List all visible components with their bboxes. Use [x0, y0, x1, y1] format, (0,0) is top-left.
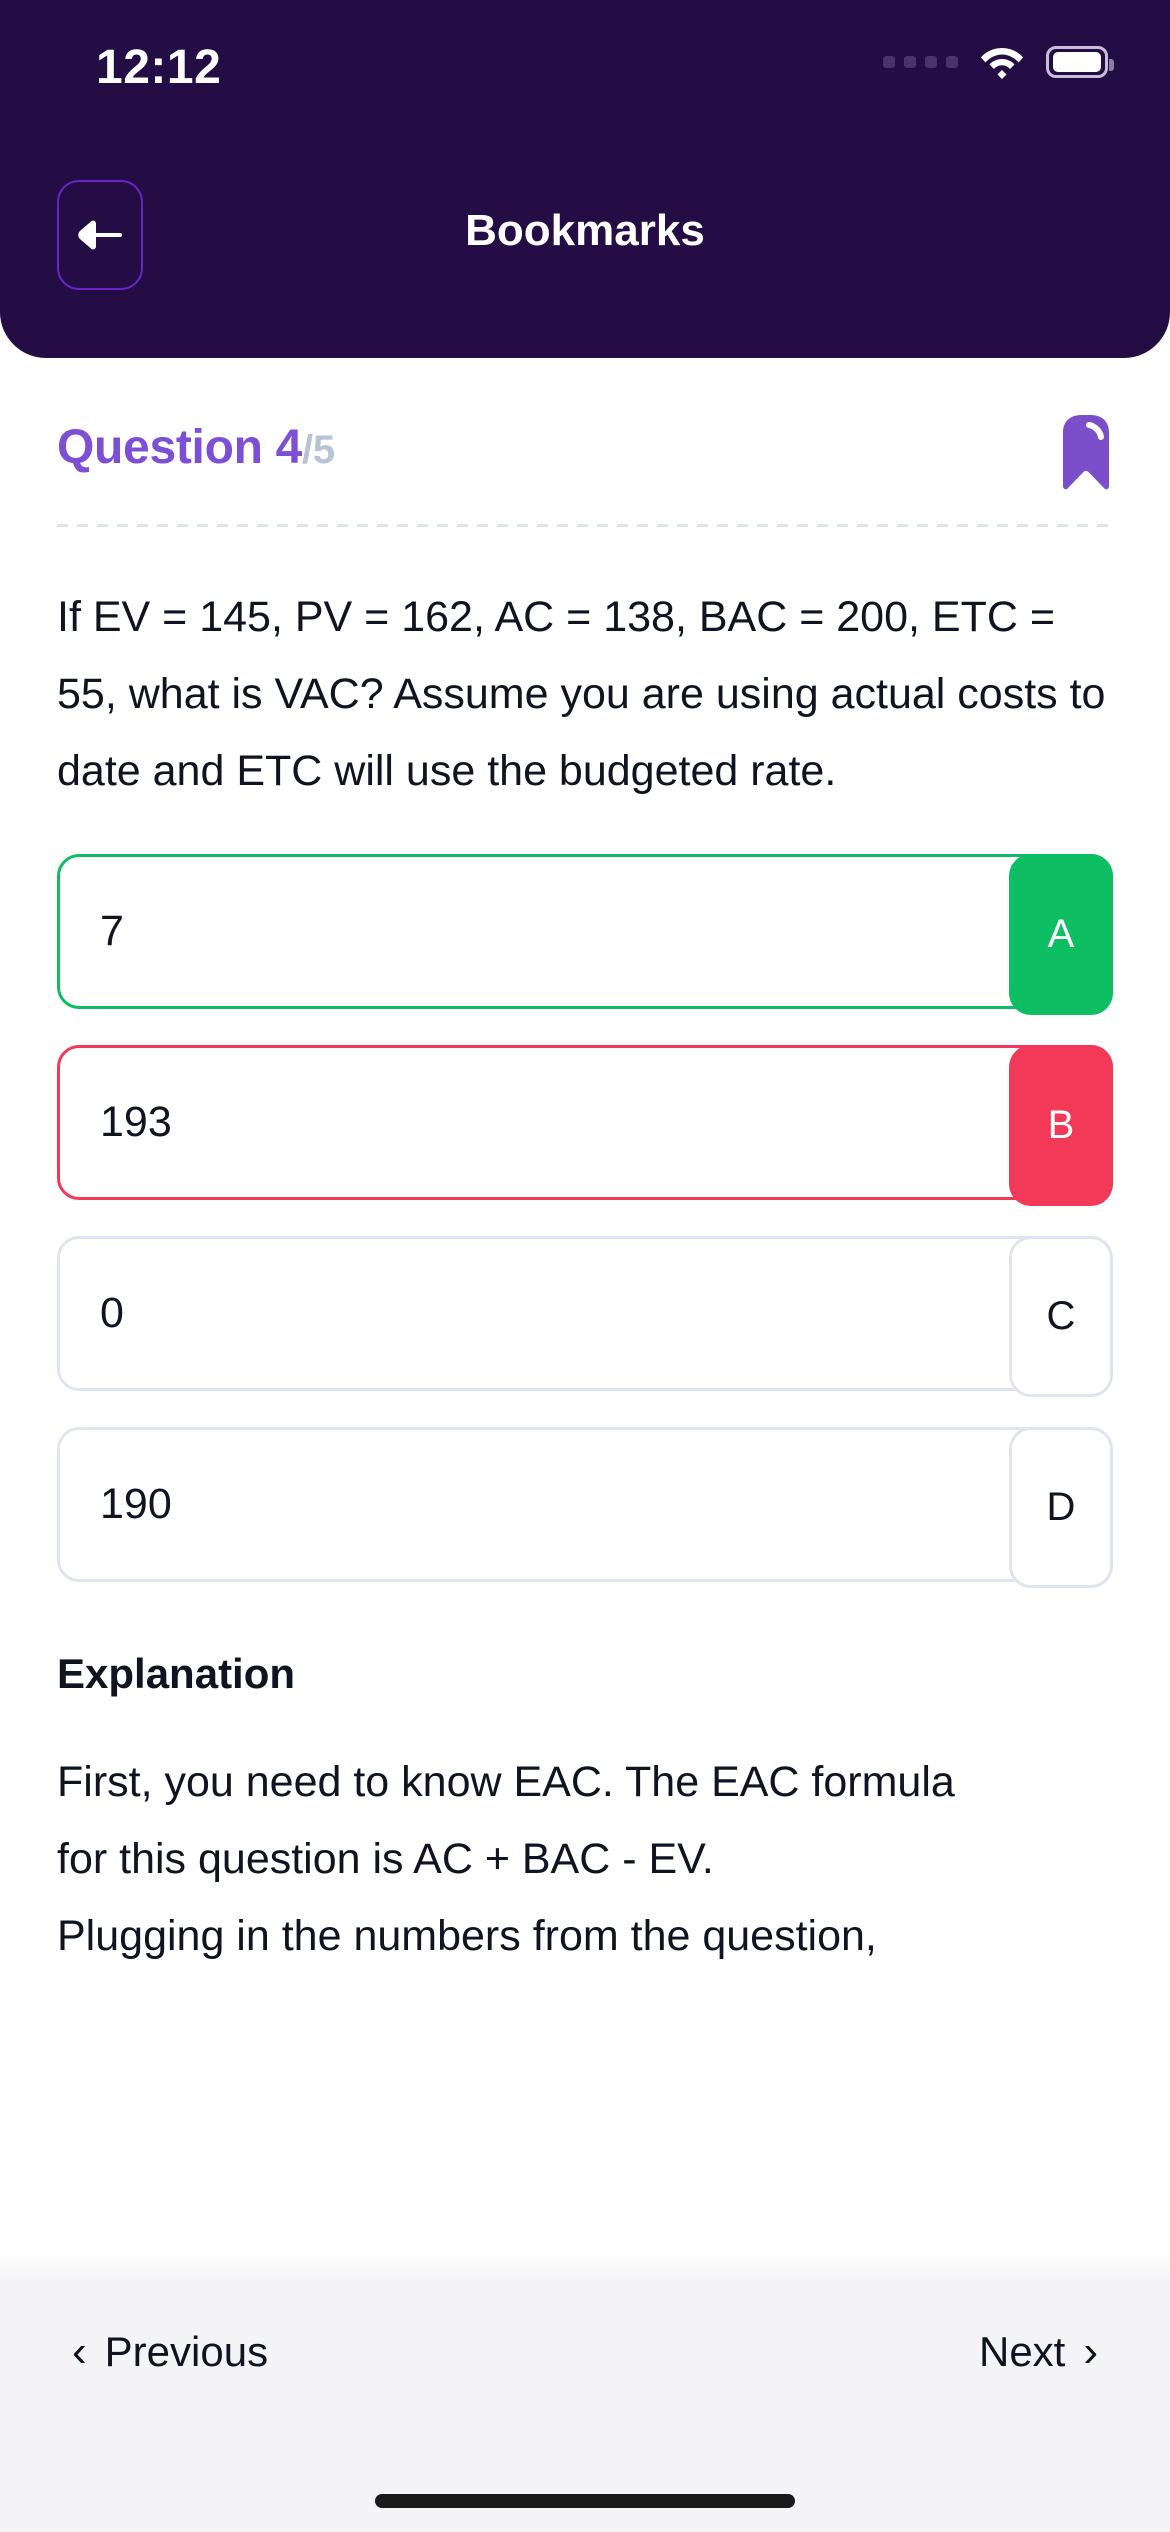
- next-button-label: Next: [979, 2328, 1065, 2376]
- page-title: Bookmarks: [0, 206, 1170, 256]
- explanation-text: First, you need to know EAC. The EAC for…: [57, 1744, 1113, 1975]
- question-total-label: /5: [302, 428, 335, 472]
- question-divider: [57, 524, 1113, 527]
- answer-option-text: 7: [60, 907, 1110, 956]
- answer-option-letter-badge: A: [1009, 854, 1113, 1015]
- status-bar-icons: [883, 45, 1108, 79]
- answer-option-a[interactable]: 7 A: [57, 854, 1113, 1009]
- wifi-icon: [980, 45, 1024, 79]
- answer-options-list: 7 A 193 B 0 C 190 D: [57, 854, 1113, 1582]
- navigation-bar: Bookmarks: [0, 180, 1170, 300]
- answer-option-text: 193: [60, 1098, 1110, 1147]
- status-bar: 12:12: [0, 0, 1170, 120]
- app-header: 12:12 Bookmarks: [0, 0, 1170, 358]
- question-counter: Question 4/5: [57, 420, 1113, 475]
- answer-option-text: 0: [60, 1289, 1110, 1338]
- bottom-navigation-bar: ‹ Previous Next ›: [0, 2280, 1170, 2532]
- explanation-line-2: for this question is AC + BAC - EV.: [57, 1835, 714, 1883]
- answer-option-c[interactable]: 0 C: [57, 1236, 1113, 1391]
- explanation-line-1: First, you need to know EAC. The EAC for…: [57, 1758, 955, 1806]
- battery-icon: [1046, 46, 1108, 78]
- chevron-right-icon: ›: [1083, 2330, 1098, 2374]
- question-number-label: Question 4: [57, 421, 302, 474]
- answer-option-b[interactable]: 193 B: [57, 1045, 1113, 1200]
- answer-option-d[interactable]: 190 D: [57, 1427, 1113, 1582]
- chevron-left-icon: ‹: [72, 2330, 87, 2374]
- question-content: Question 4/5 If EV = 145, PV = 162, AC =…: [0, 358, 1170, 1975]
- question-header: Question 4/5: [57, 420, 1113, 490]
- bookmark-filled-icon[interactable]: [1059, 414, 1113, 490]
- previous-button[interactable]: ‹ Previous: [72, 2328, 268, 2376]
- explanation-title: Explanation: [57, 1650, 1113, 1698]
- next-button[interactable]: Next ›: [979, 2328, 1098, 2376]
- explanation-line-3: Plugging in the numbers from the questio…: [57, 1912, 877, 1960]
- home-indicator[interactable]: [375, 2494, 795, 2508]
- previous-button-label: Previous: [105, 2328, 268, 2376]
- answer-option-letter-badge: D: [1009, 1427, 1113, 1588]
- signal-dots-icon: [883, 56, 958, 68]
- answer-option-letter-badge: C: [1009, 1236, 1113, 1397]
- question-text: If EV = 145, PV = 162, AC = 138, BAC = 2…: [57, 579, 1113, 810]
- status-bar-clock: 12:12: [96, 40, 221, 95]
- answer-option-text: 190: [60, 1480, 1110, 1529]
- answer-option-letter-badge: B: [1009, 1045, 1113, 1206]
